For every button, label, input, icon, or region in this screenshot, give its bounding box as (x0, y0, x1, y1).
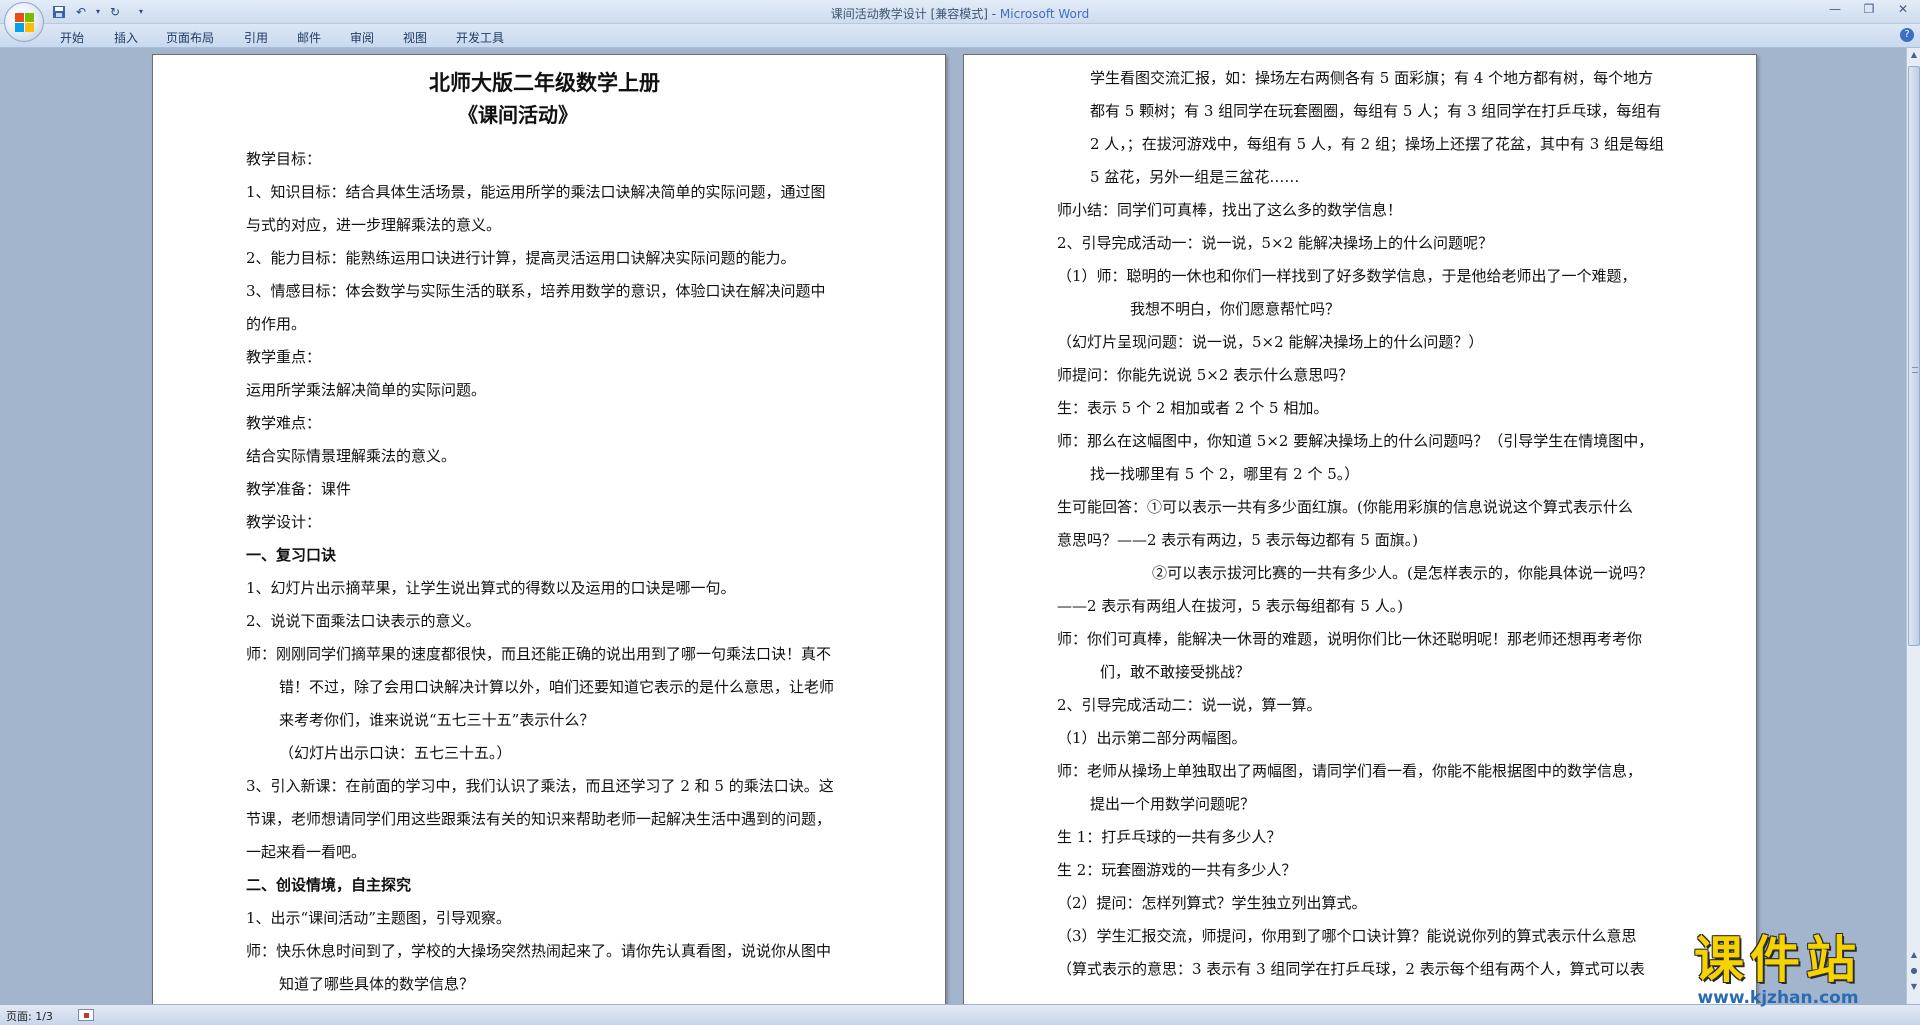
paragraph-line: 错！不过，除了会用口诀解决计算以外，咱们还要知道它表示的是什么意思，让老师 (279, 678, 835, 696)
close-icon[interactable]: ✕ (1894, 2, 1912, 16)
tab-view[interactable]: 视图 (403, 29, 427, 46)
window-controls: — ❐ ✕ (1826, 2, 1912, 16)
tab-review[interactable]: 审阅 (350, 29, 374, 46)
paragraph-line: 教学难点： (246, 414, 322, 432)
paragraph-line: 意思吗？——2 表示有两边，5 表示每边都有 5 面旗。) (1057, 531, 1419, 549)
paragraph-line: （2）提问：怎样列算式？学生独立列出算式。 (1057, 894, 1367, 912)
paragraph-line: 1、知识目标：结合具体生活场景，能运用所学的乘法口诀解决简单的实际问题，通过图 (246, 183, 826, 201)
paragraph-line: 提出一个用数学问题呢？ (1090, 795, 1256, 813)
paragraph-line: 一起来看一看吧。 (246, 843, 367, 861)
paragraph-line: 节课，老师想请同学们用这些跟乘法有关的知识来帮助老师一起解决生活中遇到的问题， (246, 810, 832, 828)
paragraph-line: 都有 5 颗树；有 3 组同学在玩套圈圈，每组有 5 人；有 3 组同学在打乒乓… (1090, 102, 1662, 120)
paragraph-line: 的作用。 (246, 315, 307, 333)
scroll-grip-icon (1912, 367, 1918, 373)
paragraph-line: 师小结：同学们可真棒，找出了这么多的数学信息！ (1057, 201, 1403, 219)
select-browse-object-icon[interactable]: ● (1908, 964, 1920, 978)
paragraph-line: （1）出示第二部分两幅图。 (1057, 729, 1247, 747)
paragraph-line: 生 1：打乒乓球的一共有多少人？ (1057, 828, 1282, 846)
tab-mailings[interactable]: 邮件 (297, 29, 321, 46)
paragraph-line: 1、出示“课间活动”主题图，引导观察。 (246, 909, 511, 927)
section-heading: 二、创设情境，自主探究 (246, 876, 412, 894)
paragraph-line: 教学重点： (246, 348, 322, 366)
paragraph-line: 师：快乐休息时间到了，学校的大操场突然热闹起来了。请你先认真看图，说说你从图中 (246, 942, 832, 960)
minimize-icon[interactable]: — (1826, 2, 1844, 16)
previous-page-icon[interactable]: ▲ (1908, 948, 1920, 962)
scrollbar-thumb[interactable] (1908, 66, 1920, 646)
office-logo-icon (15, 13, 35, 33)
watermark-logo: 课件站 www.kjzhan.com (1658, 920, 1898, 1008)
document-area: 北师大版二年级数学上册 《课间活动》 教学目标： 1、知识目标：结合具体生活场景… (0, 48, 1906, 1004)
doc-title: 北师大版二年级数学上册 (429, 70, 660, 95)
tab-references[interactable]: 引用 (244, 29, 268, 46)
paragraph-line: 生 2：玩套圈游戏的一共有多少人？ (1057, 861, 1297, 879)
paragraph-line: （1）师：聪明的一休也和你们一样找到了好多数学信息，于是他给老师出了一个难题， (1057, 267, 1637, 285)
paragraph-line: 师：老师从操场上单独取出了两幅图，请同学们看一看，你能不能根据图中的数学信息， (1057, 762, 1643, 780)
paragraph-line: 师：刚刚同学们摘苹果的速度都很快，而且还能正确的说出用到了哪一句乘法口诀！真不 (246, 645, 832, 663)
office-button[interactable] (4, 2, 44, 42)
page-indicator[interactable]: 页面: 1/3 (6, 1008, 53, 1024)
paragraph-line: 2 人，；在拔河游戏中，每组有 5 人，有 2 组；操场上还摆了花盆，其中有 3… (1090, 135, 1665, 153)
paragraph-line: 3、引入新课：在前面的学习中，我们认识了乘法，而且还学习了 2 和 5 的乘法口… (246, 777, 834, 795)
tab-developer[interactable]: 开发工具 (456, 29, 504, 46)
document-page-1[interactable]: 北师大版二年级数学上册 《课间活动》 教学目标： 1、知识目标：结合具体生活场景… (152, 54, 946, 1004)
paragraph-line: 生可能回答：①可以表示一共有多少面红旗。(你能用彩旗的信息说说这个算式表示什么 (1057, 498, 1633, 516)
paragraph-line: 与式的对应，进一步理解乘法的意义。 (246, 216, 502, 234)
paragraph-line: 3、情感目标：体会数学与实际生活的联系，培养用数学的意识，体验口诀在解决问题中 (246, 282, 826, 300)
paragraph-line: （幻灯片出示口诀：五七三十五。） (279, 744, 512, 762)
paragraph-line: ②可以表示拔河比赛的一共有多少人。(是怎样表示的，你能具体说一说吗？ (1152, 564, 1653, 582)
paragraph-line: 师提问：你能先说说 5×2 表示什么意思吗？ (1057, 366, 1354, 384)
paragraph-line: 2、说说下面乘法口诀表示的意义。 (246, 612, 481, 630)
paragraph-line: （3）学生汇报交流，师提问，你用到了哪个口诀计算？能说说你列的算式表示什么意思 (1057, 927, 1637, 945)
paragraph-line: 5 盆花，另外一组是三盆花…… (1090, 168, 1300, 186)
paragraph-line: 2、引导完成活动二：说一说，算一算。 (1057, 696, 1322, 714)
paragraph-line: （算式表示的意思：3 表示有 3 组同学在打乒乓球，2 表示每个组有两个人，算式… (1057, 960, 1645, 978)
paragraph-line: 知道了哪些具体的数学信息？ (279, 975, 475, 993)
paragraph-line: 结合实际情景理解乘法的意义。 (246, 447, 457, 465)
window-title: 课间活动教学设计 [兼容模式] - Microsoft Word (830, 7, 1090, 21)
paragraph-line: 师：你们可真棒，能解决一休哥的难题，说明你们比一休还聪明呢！那老师还想再考考你 (1057, 630, 1643, 648)
paragraph-line: 学生看图交流汇报，如：操场左右两侧各有 5 面彩旗；有 4 个地方都有树，每个地… (1090, 69, 1654, 87)
ribbon-tabs: 开始 插入 页面布局 引用 邮件 审阅 视图 开发工具 ? (0, 24, 1920, 48)
next-page-icon[interactable]: ▼ (1908, 980, 1920, 994)
section-heading: 一、复习口诀 (246, 546, 337, 564)
paragraph-line: 师：那么在这幅图中，你知道 5×2 要解决操场上的什么问题吗？（引导学生在情境图… (1057, 432, 1654, 450)
tab-page-layout[interactable]: 页面布局 (166, 29, 214, 46)
maximize-icon[interactable]: ❐ (1860, 2, 1878, 16)
paragraph-line: 找一找哪里有 5 个 2，哪里有 2 个 5。） (1090, 465, 1360, 483)
status-bar: 页面: 1/3 (0, 1004, 1920, 1025)
window-title-app: Microsoft Word (999, 7, 1090, 21)
help-icon[interactable]: ? (1900, 28, 1914, 42)
paragraph-line: 我想不明白，你们愿意帮忙吗？ (1130, 300, 1341, 318)
watermark-title: 课件站 (1694, 931, 1862, 989)
paragraph-line: 教学设计： (246, 513, 322, 531)
paragraph-line: 1、幻灯片出示摘苹果，让学生说出算式的得数以及运用的口诀是哪一句。 (246, 579, 736, 597)
paragraph-line: 教学准备：课件 (246, 480, 352, 498)
proofing-icon[interactable] (78, 1009, 94, 1021)
title-bar: ↶ ▾ ↻ ▾ 课间活动教学设计 [兼容模式] - Microsoft Word… (0, 0, 1920, 42)
paragraph-line: 来考考你们，谁来说说“五七三十五”表示什么？ (279, 711, 595, 729)
paragraph-line: 运用所学乘法解决简单的实际问题。 (246, 381, 487, 399)
paragraph-line: 们，敢不敢接受挑战？ (1100, 663, 1251, 681)
vertical-scrollbar[interactable]: ▲ ▲ ● ▼ (1906, 48, 1920, 1004)
paragraph-line: （幻灯片呈现问题：说一说，5×2 能解决操场上的什么问题？） (1057, 333, 1484, 351)
tab-insert[interactable]: 插入 (114, 29, 138, 46)
paragraph-line: 2、引导完成活动一：说一说，5×2 能解决操场上的什么问题呢？ (1057, 234, 1493, 252)
doc-subtitle: 《课间活动》 (458, 103, 578, 127)
document-page-2[interactable]: 学生看图交流汇报，如：操场左右两侧各有 5 面彩旗；有 4 个地方都有树，每个地… (963, 54, 1757, 1004)
tab-home[interactable]: 开始 (60, 29, 84, 46)
paragraph-line: 2、能力目标：能熟练运用口诀进行计算，提高灵活运用口诀解决实际问题的能力。 (246, 249, 796, 267)
paragraph-line: 教学目标： (246, 150, 322, 168)
paragraph-line: ——2 表示有两组人在拔河，5 表示每组都有 5 人。) (1057, 597, 1404, 615)
paragraph-line: 生：表示 5 个 2 相加或者 2 个 5 相加。 (1057, 399, 1329, 417)
scroll-up-icon[interactable]: ▲ (1908, 48, 1920, 62)
